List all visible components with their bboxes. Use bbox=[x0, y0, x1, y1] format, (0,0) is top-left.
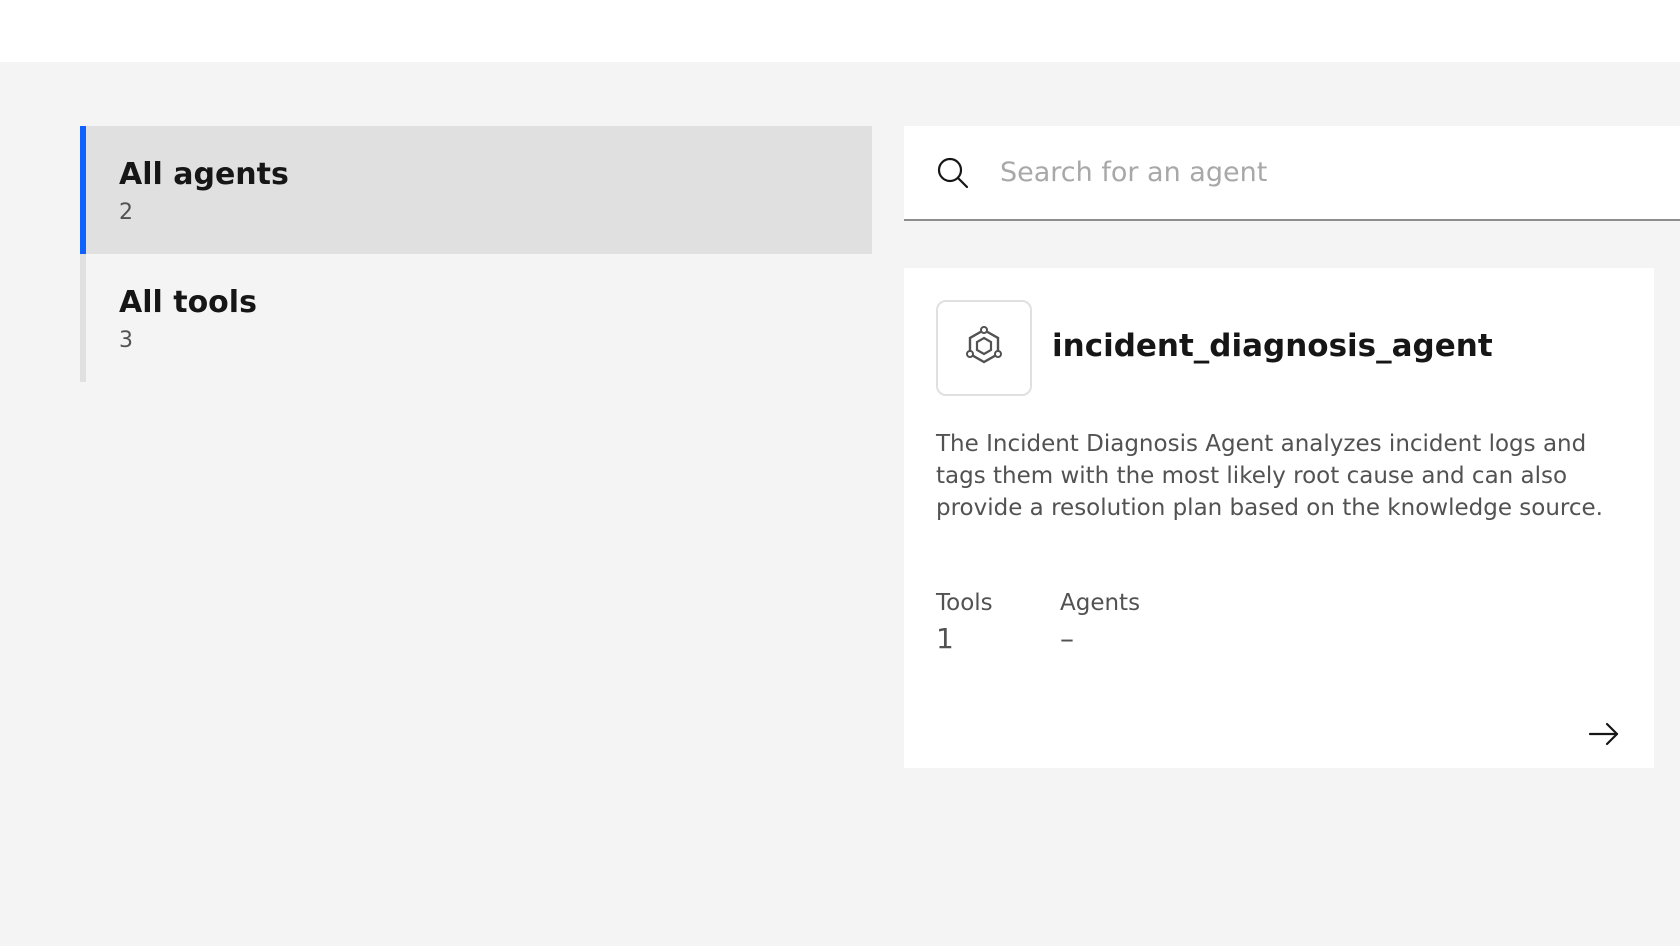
tools-stat-value: 1 bbox=[936, 622, 954, 655]
sidebar-item-count: 2 bbox=[119, 200, 133, 225]
agent-card[interactable]: incident_diagnosis_agent The Incident Di… bbox=[904, 268, 1654, 768]
sidebar-nav: All agents 2 All tools 3 bbox=[80, 126, 872, 382]
agent-name: incident_diagnosis_agent bbox=[1052, 328, 1493, 364]
agent-icon-container bbox=[936, 300, 1032, 396]
arrow-right-icon[interactable] bbox=[1584, 714, 1624, 754]
agent-description: The Incident Diagnosis Agent analyzes in… bbox=[936, 431, 1603, 521]
sidebar-item-label: All tools bbox=[119, 285, 257, 320]
agents-stat-label: Agents bbox=[1060, 590, 1141, 616]
agents-stat: Agents – bbox=[1060, 588, 1140, 658]
sidebar-item-count: 3 bbox=[119, 328, 133, 353]
tools-stat-label: Tools bbox=[936, 590, 993, 616]
agent-hexagon-icon bbox=[962, 324, 1006, 372]
sidebar-item-all-agents[interactable]: All agents 2 bbox=[80, 126, 872, 254]
search-icon bbox=[936, 156, 970, 190]
sidebar-item-label: All agents bbox=[119, 157, 289, 192]
sidebar-item-all-tools[interactable]: All tools 3 bbox=[80, 254, 872, 382]
search-bar bbox=[904, 126, 1680, 221]
top-bar bbox=[0, 0, 1680, 62]
search-input[interactable] bbox=[1000, 126, 1660, 219]
tools-stat: Tools 1 bbox=[936, 588, 993, 658]
agents-stat-value: – bbox=[1060, 622, 1074, 655]
